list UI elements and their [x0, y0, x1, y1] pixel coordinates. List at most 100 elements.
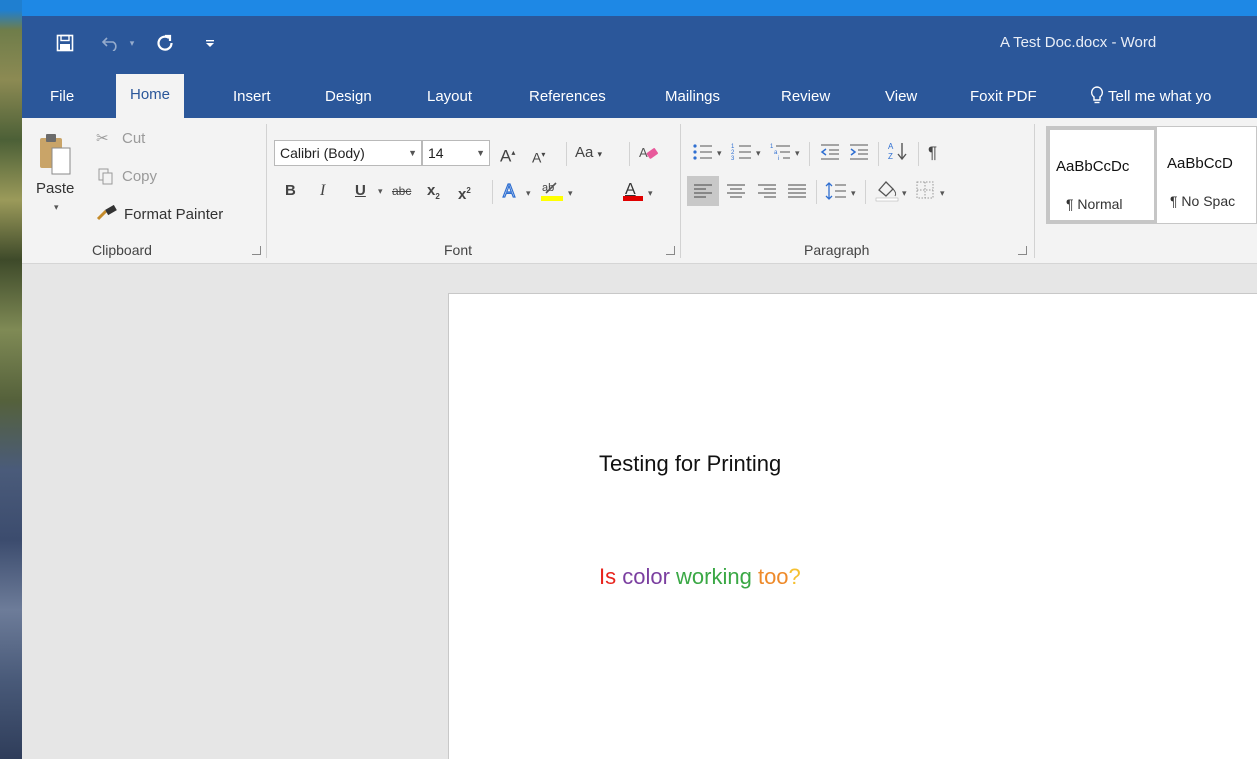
document-area: Testing for Printing Is color working to…	[22, 264, 1257, 759]
ribbon-separator	[629, 142, 630, 166]
svg-text:3: 3	[731, 156, 735, 162]
highlight-dropdown-icon[interactable]: ▾	[568, 188, 573, 199]
customize-qat-icon[interactable]	[202, 28, 218, 58]
tab-references[interactable]: References	[529, 83, 606, 118]
font-size-select[interactable]: 14 ▼	[422, 140, 490, 166]
tab-foxit-pdf[interactable]: Foxit PDF	[970, 83, 1037, 118]
paste-button[interactable]: Paste ▾	[34, 128, 78, 238]
font-size-value: 14	[428, 145, 444, 161]
tab-mailings[interactable]: Mailings	[665, 83, 720, 118]
tab-view[interactable]: View	[885, 83, 917, 118]
text-effects-icon[interactable]: A	[502, 180, 522, 207]
strikethrough-button[interactable]: abc	[392, 180, 411, 202]
document-line-1[interactable]: Testing for Printing	[599, 451, 781, 477]
text-run: ?	[788, 564, 801, 589]
desktop-background	[0, 0, 22, 759]
copy-label: Copy	[122, 168, 158, 185]
font-dialog-launcher[interactable]	[666, 246, 675, 255]
line-spacing-dropdown-icon[interactable]: ▾	[851, 188, 856, 199]
svg-text:i: i	[778, 156, 779, 162]
sort-icon[interactable]: AZ	[888, 140, 908, 167]
tab-layout[interactable]: Layout	[427, 83, 472, 118]
ribbon-separator	[492, 180, 493, 204]
word-window: ▾ A Test Doc.docx - Word File Home Inser…	[22, 16, 1257, 759]
tell-me-search[interactable]: Tell me what yo	[1090, 83, 1211, 111]
clipboard-dialog-launcher[interactable]	[252, 246, 261, 255]
format-painter-button[interactable]: Format Painter	[96, 202, 256, 228]
underline-dropdown-icon[interactable]: ▾	[378, 186, 383, 197]
ribbon-tabs: File Home Insert Design Layout Reference…	[22, 70, 1257, 118]
svg-text:Z: Z	[888, 152, 893, 161]
tab-review[interactable]: Review	[781, 83, 830, 118]
justify-icon[interactable]	[788, 183, 806, 204]
increase-indent-icon[interactable]	[848, 142, 870, 167]
subscript-button[interactable]: x2	[427, 180, 440, 208]
chevron-down-icon: ▼	[408, 148, 417, 158]
lightbulb-icon	[1090, 86, 1104, 104]
paste-icon	[40, 134, 71, 175]
scissors-icon: ✂	[96, 130, 109, 147]
undo-dropdown-icon[interactable]: ▾	[126, 28, 138, 58]
numbering-dropdown-icon[interactable]: ▾	[756, 148, 761, 159]
shrink-font-icon[interactable]: A▾	[532, 144, 545, 169]
style-normal[interactable]: AaBbCcDc ¶ Normal	[1047, 127, 1157, 223]
ribbon-separator	[816, 180, 817, 204]
bold-button[interactable]: B	[285, 180, 296, 202]
text-effects-dropdown-icon[interactable]: ▾	[526, 188, 531, 199]
format-painter-icon	[96, 205, 117, 221]
italic-button[interactable]: I	[320, 180, 325, 202]
style-sample: AaBbCcDc	[1056, 158, 1130, 175]
shading-dropdown-icon[interactable]: ▾	[902, 188, 907, 199]
tab-file[interactable]: File	[50, 83, 74, 118]
ribbon-home: Paste ▾ ✂ Cut Copy Format Painter Clipbo…	[22, 118, 1257, 264]
tab-insert[interactable]: Insert	[233, 83, 271, 118]
tell-me-text: Tell me what yo	[1108, 88, 1212, 105]
shading-icon[interactable]	[875, 178, 899, 207]
clear-formatting-icon[interactable]: A	[639, 144, 659, 167]
decrease-indent-icon[interactable]	[819, 142, 841, 167]
undo-icon[interactable]	[98, 28, 124, 58]
bullets-icon[interactable]	[692, 142, 714, 167]
redo-icon[interactable]	[152, 28, 178, 58]
line-spacing-icon[interactable]	[825, 180, 847, 207]
chevron-down-icon: ▼	[476, 148, 485, 158]
align-left-button[interactable]	[687, 176, 719, 206]
superscript-button[interactable]: x2	[458, 180, 471, 206]
multilevel-list-icon[interactable]: 1ai	[770, 142, 792, 167]
cut-button[interactable]: ✂ Cut	[96, 128, 176, 152]
text-run: too	[751, 564, 789, 589]
text-run: color	[616, 564, 670, 589]
style-no-spacing[interactable]: AaBbCcD ¶ No Spac	[1157, 127, 1257, 223]
ribbon-separator	[878, 142, 879, 166]
paragraph-dialog-launcher[interactable]	[1018, 246, 1027, 255]
numbering-icon[interactable]: 123	[731, 142, 753, 167]
bullets-dropdown-icon[interactable]: ▾	[717, 148, 722, 159]
change-case-button[interactable]: Aa ▾	[575, 142, 602, 165]
font-family-value: Calibri (Body)	[280, 145, 365, 161]
borders-icon[interactable]	[916, 181, 934, 204]
highlight-color-icon[interactable]: ab	[540, 178, 564, 207]
change-case-label: Aa	[575, 144, 594, 161]
document-page[interactable]: Testing for Printing Is color working to…	[448, 293, 1257, 759]
font-color-icon[interactable]: A	[622, 178, 644, 207]
font-family-select[interactable]: Calibri (Body) ▼	[274, 140, 422, 166]
paste-dropdown-icon[interactable]: ▾	[54, 202, 59, 213]
borders-dropdown-icon[interactable]: ▾	[940, 188, 945, 199]
align-right-icon[interactable]	[758, 183, 776, 204]
save-icon[interactable]	[50, 28, 80, 58]
underline-button[interactable]: U	[355, 180, 366, 202]
tab-design[interactable]: Design	[325, 83, 372, 118]
ribbon-separator	[809, 142, 810, 166]
grow-font-icon[interactable]: A▴	[500, 142, 515, 168]
align-center-icon[interactable]	[727, 183, 745, 204]
ribbon-separator	[266, 124, 267, 258]
copy-button[interactable]: Copy	[96, 166, 176, 190]
tab-home[interactable]: Home	[116, 74, 185, 118]
document-line-2[interactable]: Is color working too?	[599, 564, 801, 590]
show-formatting-icon[interactable]: ¶	[928, 142, 937, 164]
paste-label: Paste	[36, 180, 75, 197]
ribbon-separator	[865, 180, 866, 204]
clipboard-group-label: Clipboard	[92, 242, 152, 258]
font-color-dropdown-icon[interactable]: ▾	[648, 188, 653, 199]
multilevel-dropdown-icon[interactable]: ▾	[795, 148, 800, 159]
